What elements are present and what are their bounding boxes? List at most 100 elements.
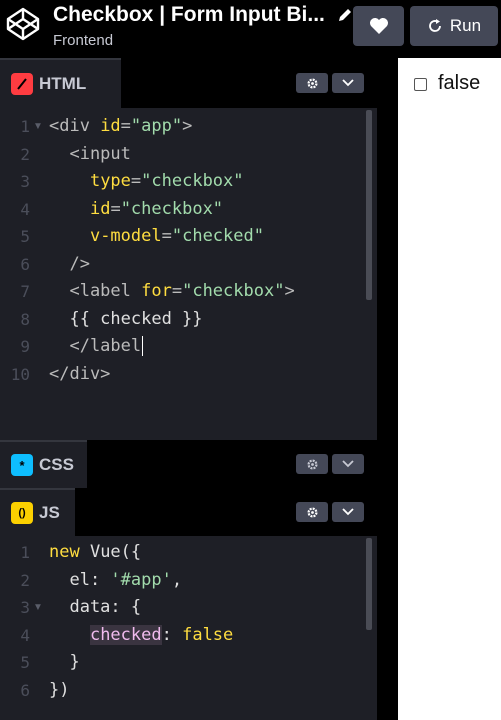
code-token: <input [49, 143, 131, 164]
chevron-down-icon [342, 79, 354, 87]
line-number: 9 [20, 337, 30, 356]
chevron-down-icon [342, 508, 354, 516]
code-token: el: [49, 569, 111, 590]
js-collapse-button[interactable] [332, 502, 364, 522]
code-line: new Vue({ [49, 539, 141, 566]
code-token: false [182, 624, 234, 645]
pen-author[interactable]: Frontend [53, 32, 113, 49]
code-line: el: '#app', [49, 567, 182, 594]
code-line: } [49, 649, 80, 676]
line-number: 3 [20, 598, 30, 617]
code-line: {{ checked }} [49, 306, 203, 333]
code-token: } [49, 652, 80, 672]
code-token: </label [49, 336, 142, 356]
code-token: <div [49, 116, 101, 136]
pen-title[interactable]: Checkbox | Form Input Bi... [53, 3, 328, 27]
code-token: Vue({ [89, 542, 142, 562]
line-number: 8 [20, 309, 30, 329]
js-code-editor[interactable]: 1 new Vue({2 el: '#app', 3 ▼ data: {4 check… [0, 536, 377, 720]
code-token: <label [49, 281, 142, 301]
code-token: {{ checked }} [49, 308, 203, 329]
text-cursor [142, 336, 144, 356]
line-number: 5 [20, 227, 30, 246]
code-token: "app" [130, 116, 183, 136]
line-number: 1 [20, 543, 30, 562]
line-number: 10 [10, 364, 30, 384]
code-token: , [171, 569, 183, 590]
html-settings-button[interactable] [296, 73, 328, 93]
code-token: new [49, 542, 90, 562]
tab-css[interactable]: * CSS [0, 440, 87, 488]
js-badge-icon: () [11, 502, 33, 524]
pencil-icon[interactable] [336, 6, 354, 24]
html-code-editor[interactable]: 1 ▼ <div id="app"> 2 <input 3 type="checkbox… [0, 108, 377, 440]
chevron-down-icon [342, 460, 354, 468]
html-editor-scrollbar[interactable] [366, 110, 372, 300]
html-panel-header: HTML [0, 58, 377, 108]
css-collapse-button[interactable] [332, 454, 364, 474]
preview-label[interactable]: false [438, 72, 480, 95]
code-token: > [182, 116, 193, 136]
codepen-logo-icon[interactable] [5, 6, 41, 42]
tab-js[interactable]: () JS [0, 488, 75, 536]
code-token: = [120, 116, 131, 136]
code-token: '#app' [110, 569, 172, 590]
code-line: checked: false [49, 622, 233, 649]
code-token: id [100, 116, 121, 136]
code-token: v-model [89, 226, 162, 246]
heart-icon [369, 18, 388, 34]
code-token: "checked" [171, 226, 264, 246]
css-settings-button[interactable] [296, 454, 328, 474]
code-token: "checkbox" [120, 198, 224, 219]
code-token: = [171, 281, 183, 301]
line-number: 3 [20, 172, 30, 191]
line-number: 6 [20, 254, 30, 274]
code-line: /> [49, 251, 90, 278]
code-token: "checkbox" [182, 281, 285, 301]
line-number: 2 [20, 144, 30, 164]
code-token: : [161, 624, 183, 645]
line-number: 2 [20, 570, 30, 590]
code-token: = [130, 171, 142, 191]
code-line: type="checkbox" [49, 168, 244, 195]
code-token: id [89, 198, 111, 219]
code-line: }) [49, 677, 69, 704]
js-panel-header: () JS [0, 488, 377, 536]
code-token: /> [49, 253, 90, 274]
gear-icon [306, 77, 318, 89]
gear-icon [306, 458, 318, 470]
run-button[interactable]: Run [410, 6, 498, 46]
code-token: "checkbox" [141, 171, 244, 191]
tab-html[interactable]: HTML [0, 58, 121, 108]
code-line: id="checkbox" [49, 196, 223, 223]
fold-arrow-icon[interactable]: ▼ [33, 113, 43, 140]
like-button[interactable] [353, 6, 404, 46]
html-collapse-button[interactable] [332, 73, 364, 93]
code-line: <input [49, 141, 131, 168]
code-token: checked [89, 624, 162, 645]
line-number: 7 [20, 282, 30, 301]
js-panel-controls [296, 488, 364, 536]
line-number: 4 [20, 199, 30, 219]
js-settings-button[interactable] [296, 502, 328, 522]
fold-arrow-icon[interactable]: ▼ [33, 594, 43, 621]
code-token: for [141, 281, 172, 301]
code-token: </div> [49, 363, 111, 384]
html-badge-icon [11, 73, 33, 95]
css-panel-header: * CSS [0, 440, 377, 488]
code-token: = [161, 226, 172, 246]
code-token: type [89, 171, 131, 191]
code-line: data: { [49, 594, 141, 621]
preview-checkbox[interactable] [414, 78, 427, 91]
js-editor-scrollbar[interactable] [366, 538, 372, 630]
html-panel-controls [296, 58, 364, 108]
code-line: <label for="checkbox"> [49, 278, 294, 305]
header: Checkbox | Form Input Bi... Frontend Run [0, 0, 501, 58]
tab-js-label: JS [39, 503, 60, 522]
css-badge-icon: * [11, 454, 33, 476]
resize-divider[interactable] [377, 58, 398, 720]
